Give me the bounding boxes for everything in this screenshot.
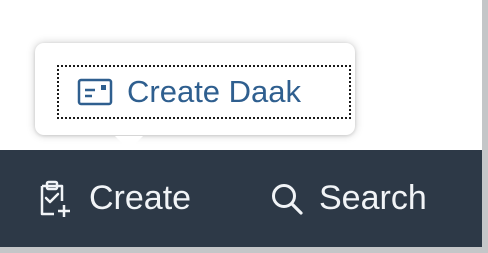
popup-pointer [115, 136, 143, 150]
create-daak-menu-item[interactable]: Create Daak [57, 65, 351, 119]
nav-create-button[interactable]: Create [36, 150, 191, 247]
nav-create-label: Create [89, 179, 192, 217]
app-panel: Create Daak Create Search [0, 0, 482, 247]
nav-search-button[interactable]: Search [270, 150, 427, 247]
bottom-navbar: Create Search [0, 150, 482, 247]
card-icon [77, 78, 113, 106]
nav-search-label: Search [319, 179, 427, 217]
clipboard-add-icon [36, 179, 74, 219]
create-menu-popup: Create Daak [35, 43, 355, 135]
search-icon [270, 182, 304, 216]
create-daak-label: Create Daak [127, 74, 302, 109]
